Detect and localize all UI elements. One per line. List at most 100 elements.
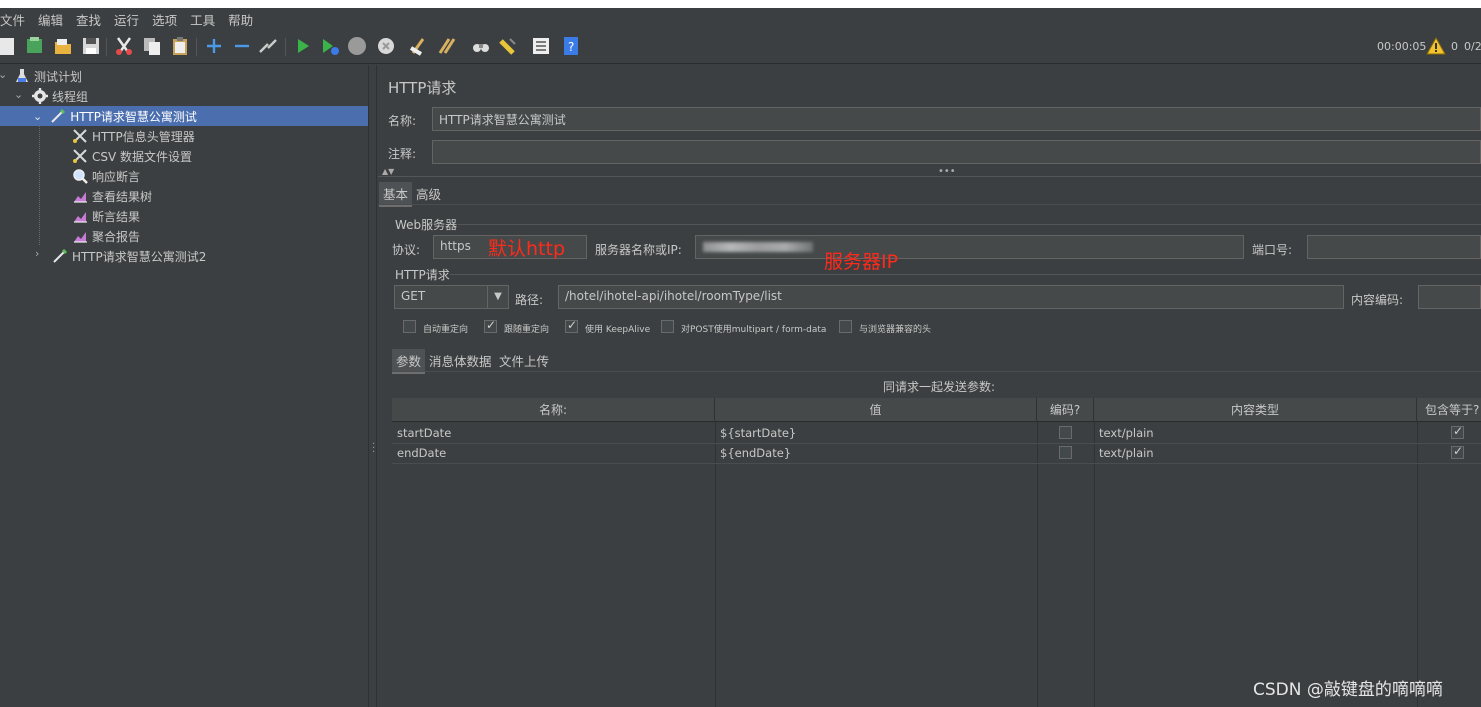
active-threads-ratio: 0/2 bbox=[1464, 40, 1481, 53]
tree-item-csv-config[interactable]: CSV 数据文件设置 bbox=[72, 146, 192, 166]
tab-file-upload[interactable]: 文件上传 bbox=[495, 349, 553, 372]
encode-checkbox[interactable] bbox=[1059, 446, 1072, 459]
start-no-pause-icon[interactable] bbox=[320, 36, 340, 56]
collapse-arrows-icon[interactable]: ▲▼ bbox=[382, 167, 394, 176]
menu-run[interactable]: 运行 bbox=[108, 10, 146, 29]
paste-icon[interactable] bbox=[170, 36, 190, 56]
graph-icon bbox=[74, 232, 87, 243]
open-icon[interactable] bbox=[53, 36, 73, 56]
param-name-cell[interactable]: endDate bbox=[392, 443, 715, 463]
tree-item-response-assertion[interactable]: 响应断言 bbox=[72, 166, 140, 186]
stop-icon[interactable] bbox=[347, 36, 367, 56]
include-equals-checkbox[interactable] bbox=[1451, 424, 1464, 439]
divider bbox=[378, 176, 1481, 177]
column-header-content-type[interactable]: 内容类型 bbox=[1094, 398, 1417, 422]
warning-icon[interactable] bbox=[1426, 37, 1446, 55]
auto-redirect-checkbox[interactable] bbox=[403, 320, 416, 333]
protocol-annotation: 默认http bbox=[488, 238, 566, 260]
save-icon[interactable] bbox=[81, 36, 101, 56]
param-name-cell[interactable]: startDate bbox=[392, 423, 715, 443]
menu-edit[interactable]: 编辑 bbox=[32, 10, 70, 29]
row-divider bbox=[392, 463, 1481, 464]
server-annotation: 服务器IP bbox=[824, 251, 899, 273]
group-border bbox=[458, 224, 1481, 225]
column-header-encode[interactable]: 编码? bbox=[1037, 398, 1094, 422]
keepalive-checkbox[interactable] bbox=[565, 318, 578, 333]
multipart-checkbox[interactable] bbox=[661, 320, 674, 333]
column-divider bbox=[1417, 422, 1418, 707]
tree-item-http-request-2[interactable]: HTTP请求智慧公寓测试2 bbox=[52, 246, 206, 266]
collapse-icon[interactable] bbox=[232, 36, 252, 56]
follow-redirect-checkbox[interactable] bbox=[484, 318, 497, 333]
chevron-down-icon[interactable]: ⌄ bbox=[33, 110, 42, 123]
browser-headers-label: 与浏览器兼容的头 bbox=[859, 325, 932, 335]
include-equals-checkbox[interactable] bbox=[1451, 444, 1464, 459]
port-field[interactable] bbox=[1307, 235, 1481, 259]
clear-all-icon[interactable] bbox=[437, 36, 457, 56]
tree-item-thread-group[interactable]: 线程组 bbox=[32, 86, 88, 106]
test-plan-tree: ⌄ 测试计划 ⌄ 线程组 ⌄ HTTP请求智慧公寓测试 HTTP信息头管理器 C… bbox=[0, 65, 368, 707]
column-header-include-equals[interactable]: 包含等于? bbox=[1417, 398, 1481, 422]
name-field[interactable]: HTTP请求智慧公寓测试 bbox=[432, 107, 1481, 131]
copy-icon[interactable] bbox=[142, 36, 162, 56]
splitter-handle-icon: · · · bbox=[372, 439, 376, 458]
start-icon[interactable] bbox=[293, 36, 313, 56]
pipette-icon bbox=[53, 248, 68, 263]
browser-headers-checkbox[interactable] bbox=[839, 320, 852, 333]
panel-splitter[interactable]: · · · bbox=[368, 65, 377, 707]
clear-icon[interactable] bbox=[409, 36, 429, 56]
content-encoding-field[interactable] bbox=[1418, 285, 1481, 309]
chevron-down-icon[interactable]: ⌄ bbox=[14, 88, 23, 101]
content-type-cell[interactable]: text/plain bbox=[1094, 443, 1417, 463]
encode-checkbox[interactable] bbox=[1059, 426, 1072, 439]
auto-redirect-label: 自动重定向 bbox=[423, 325, 469, 335]
name-label: 名称: bbox=[388, 114, 417, 128]
tree-item-view-results-tree[interactable]: 查看结果树 bbox=[72, 186, 152, 206]
help-icon[interactable]: ? bbox=[561, 36, 581, 56]
cut-icon[interactable] bbox=[114, 36, 134, 56]
column-header-value[interactable]: 值 bbox=[715, 398, 1037, 422]
content-type-cell[interactable]: text/plain bbox=[1094, 423, 1417, 443]
http-request-group-title: HTTP请求 bbox=[395, 268, 450, 282]
tree-item-label: 线程组 bbox=[52, 89, 89, 104]
tree-item-http-request[interactable]: ⌄ HTTP请求智慧公寓测试 bbox=[0, 106, 368, 126]
path-field[interactable]: /hotel/ihotel-api/ihotel/roomType/list bbox=[558, 285, 1344, 309]
table-header: 名称: 值 编码? 内容类型 包含等于? bbox=[392, 398, 1481, 422]
tab-underline bbox=[378, 204, 1481, 205]
multipart-label: 对POST使用multipart / form-data bbox=[681, 325, 827, 335]
search-binoculars-icon[interactable] bbox=[471, 36, 491, 56]
tree-item-label: 查看结果树 bbox=[92, 189, 153, 204]
templates-icon[interactable] bbox=[25, 36, 45, 56]
chevron-right-icon[interactable]: › bbox=[35, 247, 39, 260]
expand-icon[interactable] bbox=[204, 36, 224, 56]
param-value-cell[interactable]: ${startDate} bbox=[715, 423, 1037, 443]
new-icon[interactable] bbox=[0, 36, 20, 56]
csdn-watermark: CSDN @敲键盘的嘀嘀嘀 bbox=[1253, 680, 1443, 700]
reset-search-icon[interactable] bbox=[498, 36, 518, 56]
server-label: 服务器名称或IP: bbox=[595, 243, 682, 257]
tab-underline bbox=[392, 371, 1481, 372]
shutdown-icon[interactable] bbox=[376, 36, 396, 56]
tree-item-label: 测试计划 bbox=[34, 69, 83, 84]
chevron-down-icon[interactable]: ▼ bbox=[487, 286, 508, 308]
comment-field[interactable] bbox=[432, 140, 1481, 164]
tree-item-assertion-results[interactable]: 断言结果 bbox=[72, 206, 140, 226]
tab-body-data[interactable]: 消息体数据 bbox=[425, 349, 496, 372]
tab-advanced[interactable]: 高级 bbox=[412, 182, 445, 205]
column-header-name[interactable]: 名称: bbox=[392, 398, 715, 422]
menu-search[interactable]: 查找 bbox=[70, 10, 108, 29]
tree-item-test-plan[interactable]: 测试计划 bbox=[14, 66, 82, 86]
redacted-server-ip bbox=[703, 242, 813, 252]
menu-options[interactable]: 选项 bbox=[146, 10, 184, 29]
menu-help[interactable]: 帮助 bbox=[222, 10, 260, 29]
scissors-icon bbox=[73, 149, 87, 163]
tree-item-aggregate-report[interactable]: 聚合报告 bbox=[72, 226, 140, 246]
tree-item-header-manager[interactable]: HTTP信息头管理器 bbox=[72, 126, 195, 146]
menu-tools[interactable]: 工具 bbox=[184, 10, 222, 29]
menu-file[interactable]: 文件 bbox=[0, 10, 32, 29]
param-value-cell[interactable]: ${endDate} bbox=[715, 443, 1037, 463]
toggle-icon[interactable] bbox=[258, 36, 278, 56]
function-helper-icon[interactable] bbox=[531, 36, 551, 56]
keepalive-label: 使用 KeepAlive bbox=[585, 325, 651, 335]
chevron-down-icon[interactable]: ⌄ bbox=[0, 68, 7, 81]
